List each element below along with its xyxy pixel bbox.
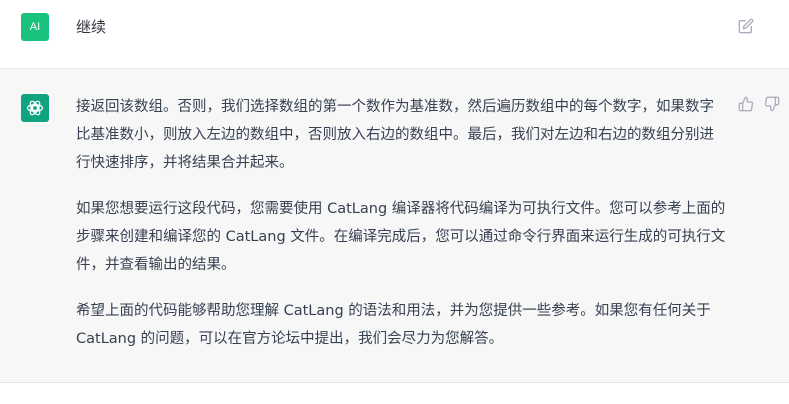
user-avatar-label: AI <box>29 21 41 33</box>
thumbs-down-icon <box>764 96 780 112</box>
assistant-message-row: 接返回该数组。否则，我们选择数组的第一个数作为基准数，然后遍历数组中的每个数字，… <box>0 69 789 383</box>
assistant-message-content: 接返回该数组。否则，我们选择数组的第一个数作为基准数，然后遍历数组中的每个数字，… <box>76 93 726 371</box>
feedback-actions <box>738 96 780 112</box>
openai-logo-icon <box>26 100 44 116</box>
user-message-row: AI 继续 <box>0 0 789 69</box>
thumbs-down-button[interactable] <box>764 96 780 112</box>
edit-icon <box>738 18 754 34</box>
thumbs-up-button[interactable] <box>738 96 754 112</box>
assistant-paragraph: 接返回该数组。否则，我们选择数组的第一个数作为基准数，然后遍历数组中的每个数字，… <box>76 99 714 171</box>
user-avatar: AI <box>21 13 49 41</box>
assistant-paragraph: 希望上面的代码能够帮助您理解 CatLang 的语法和用法，并为您提供一些参考。… <box>76 303 711 347</box>
assistant-paragraph: 如果您想要运行这段代码，您需要使用 CatLang 编译器将代码编译为可执行文件… <box>76 201 726 273</box>
user-message-text: 继续 <box>76 18 107 36</box>
assistant-avatar <box>21 94 49 122</box>
thumbs-up-icon <box>738 96 754 112</box>
edit-button[interactable] <box>737 17 755 35</box>
